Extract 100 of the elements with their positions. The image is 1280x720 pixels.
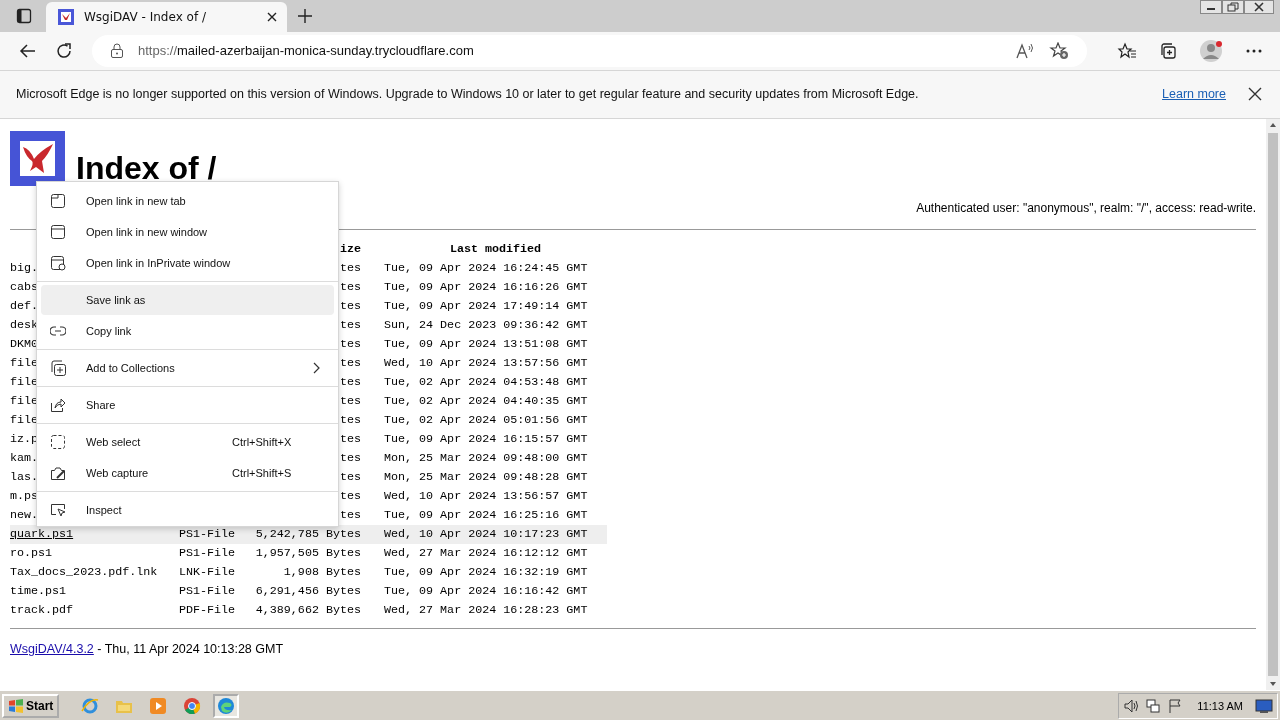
- menu-item[interactable]: Open link in new tab: [41, 185, 334, 216]
- table-cell: 6,291,456 Bytes: [255, 584, 361, 599]
- menu-item[interactable]: Web select Ctrl+Shift+X: [41, 426, 334, 457]
- file-link[interactable]: quark.ps1: [10, 527, 179, 542]
- flag-icon[interactable]: [1167, 697, 1184, 714]
- menu-item[interactable]: Share: [41, 389, 334, 420]
- table-cell: tes: [339, 318, 361, 333]
- profile-avatar-icon[interactable]: [1199, 38, 1223, 63]
- menu-item[interactable]: Save link as: [41, 284, 334, 315]
- menu-item[interactable]: Add to Collections: [41, 352, 334, 383]
- menu-item[interactable]: Open link in new window: [41, 216, 334, 247]
- table-cell: tes: [339, 299, 361, 314]
- favorites-icon[interactable]: [1117, 41, 1137, 60]
- footer-text: WsgiDAV/4.3.2 - Thu, 11 Apr 2024 10:13:28 GMT: [10, 641, 285, 656]
- table-cell: 4,389,662 Bytes: [255, 603, 361, 618]
- tab-actions-icon[interactable]: [16, 7, 32, 24]
- windows-logo-icon: [8, 698, 24, 713]
- table-cell-text: PS1-File: [179, 527, 237, 542]
- scrollbar[interactable]: [1266, 118, 1280, 691]
- tab-title: WsgiDAV - Index of /: [84, 9, 207, 24]
- table-cell: tes: [339, 432, 361, 447]
- table-cell-text: PS1-File: [179, 546, 237, 561]
- table-cell-text: Tue, 09 Apr 2024 16:16:42 GMT: [383, 584, 589, 599]
- edge-icon: [217, 696, 236, 715]
- table-cell: tes: [339, 337, 361, 352]
- chrome-icon[interactable]: [183, 696, 202, 715]
- lock-icon: [110, 42, 124, 59]
- collections-icon[interactable]: [1159, 41, 1177, 60]
- close-icon[interactable]: [267, 11, 277, 22]
- table-cell: tes: [339, 413, 361, 428]
- table-cell-text: PS1-File: [179, 584, 237, 599]
- table-cell-text: Mon, 25 Mar 2024 09:48:00 GMT: [383, 451, 589, 466]
- unsupported-notice: Microsoft Edge is no longer supported on this version of Windows. Upgrade to Windows 10 or later to get regular feature and security updates from Microsoft Edge.: [16, 87, 919, 102]
- edge-taskbar-button[interactable]: [213, 693, 240, 718]
- close-icon[interactable]: [1248, 87, 1262, 102]
- table-cell-text: Tue, 02 Apr 2024 04:53:48 GMT: [383, 375, 589, 390]
- table-cell-text: Tue, 09 Apr 2024 16:24:45 GMT: [383, 261, 589, 276]
- link-icon: [50, 325, 66, 336]
- table-cell: tes: [339, 394, 361, 409]
- table-cell: tes: [339, 280, 361, 295]
- table-cell: 1,908 Bytes: [283, 565, 361, 580]
- table-cell-text: Tue, 02 Apr 2024 05:01:56 GMT: [383, 413, 589, 428]
- table-cell-text: Tue, 09 Apr 2024 16:16:26 GMT: [383, 280, 589, 295]
- version-link[interactable]: WsgiDAV/4.3.2: [10, 641, 94, 656]
- table-cell-text: Tue, 09 Apr 2024 16:32:19 GMT: [383, 565, 589, 580]
- new-tab-icon[interactable]: [297, 7, 313, 24]
- chevron-icon: [312, 361, 320, 374]
- auth-info: Authenticated user: "anonymous", realm: "/", access: read-write.: [916, 200, 1256, 215]
- file-link[interactable]: time.ps1: [10, 584, 179, 599]
- table-cell-text: Tue, 09 Apr 2024 13:51:08 GMT: [383, 337, 589, 352]
- file-link[interactable]: ro.ps1: [10, 546, 179, 561]
- back-icon[interactable]: [19, 41, 37, 60]
- table-cell-text: Tue, 02 Apr 2024 04:40:35 GMT: [383, 394, 589, 409]
- menu-item[interactable]: Copy link: [41, 315, 334, 346]
- read-aloud-icon[interactable]: [1015, 41, 1035, 60]
- table-cell-text: Wed, 27 Mar 2024 16:12:12 GMT: [383, 546, 589, 561]
- learn-more-link[interactable]: Learn more: [1162, 87, 1226, 102]
- share-icon: [50, 396, 66, 413]
- web-select-icon: [50, 433, 66, 450]
- file-link[interactable]: track.pdf: [10, 603, 179, 618]
- restore-icon[interactable]: [1222, 0, 1244, 14]
- close-icon[interactable]: [1244, 0, 1274, 14]
- table-cell-text: Sun, 24 Dec 2023 09:36:42 GMT: [383, 318, 589, 333]
- table-cell-text: Wed, 10 Apr 2024 13:56:57 GMT: [383, 489, 589, 504]
- table-cell-text: Tue, 09 Apr 2024 16:15:57 GMT: [383, 432, 589, 447]
- minimize-icon[interactable]: [1200, 0, 1222, 14]
- table-cell: tes: [339, 356, 361, 371]
- window-icon: [50, 223, 66, 240]
- table-cell: 1,957,505 Bytes: [255, 546, 361, 561]
- table-cell: tes: [339, 261, 361, 276]
- favicon-icon: [58, 8, 74, 25]
- page-title: Index of /: [76, 151, 217, 184]
- show-desktop-icon[interactable]: [1255, 697, 1273, 714]
- new-tab-icon: [50, 192, 66, 209]
- volume-icon[interactable]: [1123, 697, 1140, 714]
- table-cell-text: Wed, 10 Apr 2024 10:17:23 GMT: [383, 527, 589, 542]
- inprivate-icon: [50, 254, 66, 271]
- column-header: ize: [338, 242, 361, 257]
- table-cell: tes: [339, 470, 361, 485]
- table-cell-text: LNK-File: [179, 565, 237, 580]
- menu-item[interactable]: Web capture Ctrl+Shift+S: [41, 457, 334, 488]
- network-icon[interactable]: [1145, 697, 1162, 714]
- table-cell: 5,242,785 Bytes: [255, 527, 361, 542]
- menu-item[interactable]: Inspect: [41, 494, 334, 525]
- table-cell-text: Tue, 09 Apr 2024 17:49:14 GMT: [383, 299, 589, 314]
- table-cell: tes: [339, 508, 361, 523]
- file-link[interactable]: Tax_docs_2023.pdf.lnk: [10, 565, 179, 580]
- table-cell: tes: [339, 489, 361, 504]
- table-cell-text: Wed, 27 Mar 2024 16:28:23 GMT: [383, 603, 589, 618]
- browser-tab[interactable]: WsgiDAV - Index of /: [46, 1, 287, 32]
- add-favorite-icon[interactable]: [1049, 41, 1069, 60]
- start-button[interactable]: Start: [2, 693, 60, 718]
- address-field[interactable]: https://mailed-azerbaijan-monica-sunday.trycloudflare.com: [92, 34, 1087, 67]
- menu-item[interactable]: Open link in InPrivate window: [41, 247, 334, 278]
- refresh-icon[interactable]: [55, 41, 73, 60]
- web-capture-icon: [50, 464, 66, 481]
- column-header: Last modified: [448, 242, 543, 257]
- table-cell: tes: [339, 451, 361, 466]
- table-cell-text: Tue, 09 Apr 2024 16:25:16 GMT: [383, 508, 589, 523]
- scroll-thumb[interactable]: [1268, 132, 1278, 677]
